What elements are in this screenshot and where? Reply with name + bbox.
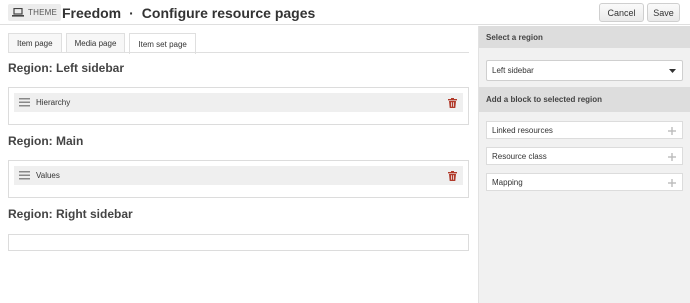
region-left-sidebar: Hierarchy <box>8 87 469 125</box>
select-region-heading: Select a region <box>479 26 690 48</box>
block-row-hierarchy[interactable]: Hierarchy <box>14 93 463 112</box>
add-block-linked-resources[interactable]: Linked resources <box>486 121 683 139</box>
site-name: Freedom <box>62 4 122 21</box>
theme-badge: THEME <box>8 4 61 21</box>
page-title: Freedom · Configure resource pages <box>62 3 315 22</box>
add-block-heading: Add a block to selected region <box>479 87 690 112</box>
block-label: Values <box>36 171 60 180</box>
plus-icon[interactable] <box>668 153 676 161</box>
tab-item-page[interactable]: Item page <box>8 33 62 53</box>
region-select-value: Left sidebar <box>492 66 534 75</box>
trash-icon[interactable] <box>448 170 457 181</box>
title-separator: · <box>129 4 134 21</box>
tabs-divider <box>8 52 469 53</box>
drag-handle-icon[interactable] <box>19 98 30 107</box>
region-title-left-sidebar: Region: Left sidebar <box>8 61 125 75</box>
block-sidebar: Select a region Left sidebar Add a block… <box>478 26 690 303</box>
page-tabs: Item page Media page Item set page <box>8 33 200 54</box>
region-main: Values <box>8 160 469 198</box>
block-option-label: Linked resources <box>492 125 553 135</box>
theme-label: THEME <box>28 8 57 17</box>
region-title-main: Region: Main <box>8 134 84 148</box>
add-block-mapping[interactable]: Mapping <box>486 173 683 191</box>
tab-item-set-page[interactable]: Item set page <box>129 33 196 54</box>
region-right-sidebar[interactable] <box>8 234 469 251</box>
page-name: Configure resource pages <box>141 4 316 21</box>
region-select[interactable]: Left sidebar <box>486 60 683 81</box>
laptop-icon <box>12 8 24 17</box>
block-option-label: Mapping <box>492 177 523 187</box>
page-header: THEME Freedom · Configure resource pages… <box>0 0 690 25</box>
block-option-label: Resource class <box>492 151 547 161</box>
plus-icon[interactable] <box>668 179 676 187</box>
add-block-resource-class[interactable]: Resource class <box>486 147 683 165</box>
region-title-right-sidebar: Region: Right sidebar <box>8 207 133 221</box>
save-button[interactable]: Save <box>647 3 680 22</box>
caret-down-icon <box>669 69 676 73</box>
drag-handle-icon[interactable] <box>19 171 30 180</box>
plus-icon[interactable] <box>668 127 676 135</box>
trash-icon[interactable] <box>448 97 457 108</box>
block-label: Hierarchy <box>36 98 71 107</box>
tab-media-page[interactable]: Media page <box>65 33 126 53</box>
cancel-button[interactable]: Cancel <box>599 3 644 22</box>
block-row-values[interactable]: Values <box>14 166 463 185</box>
